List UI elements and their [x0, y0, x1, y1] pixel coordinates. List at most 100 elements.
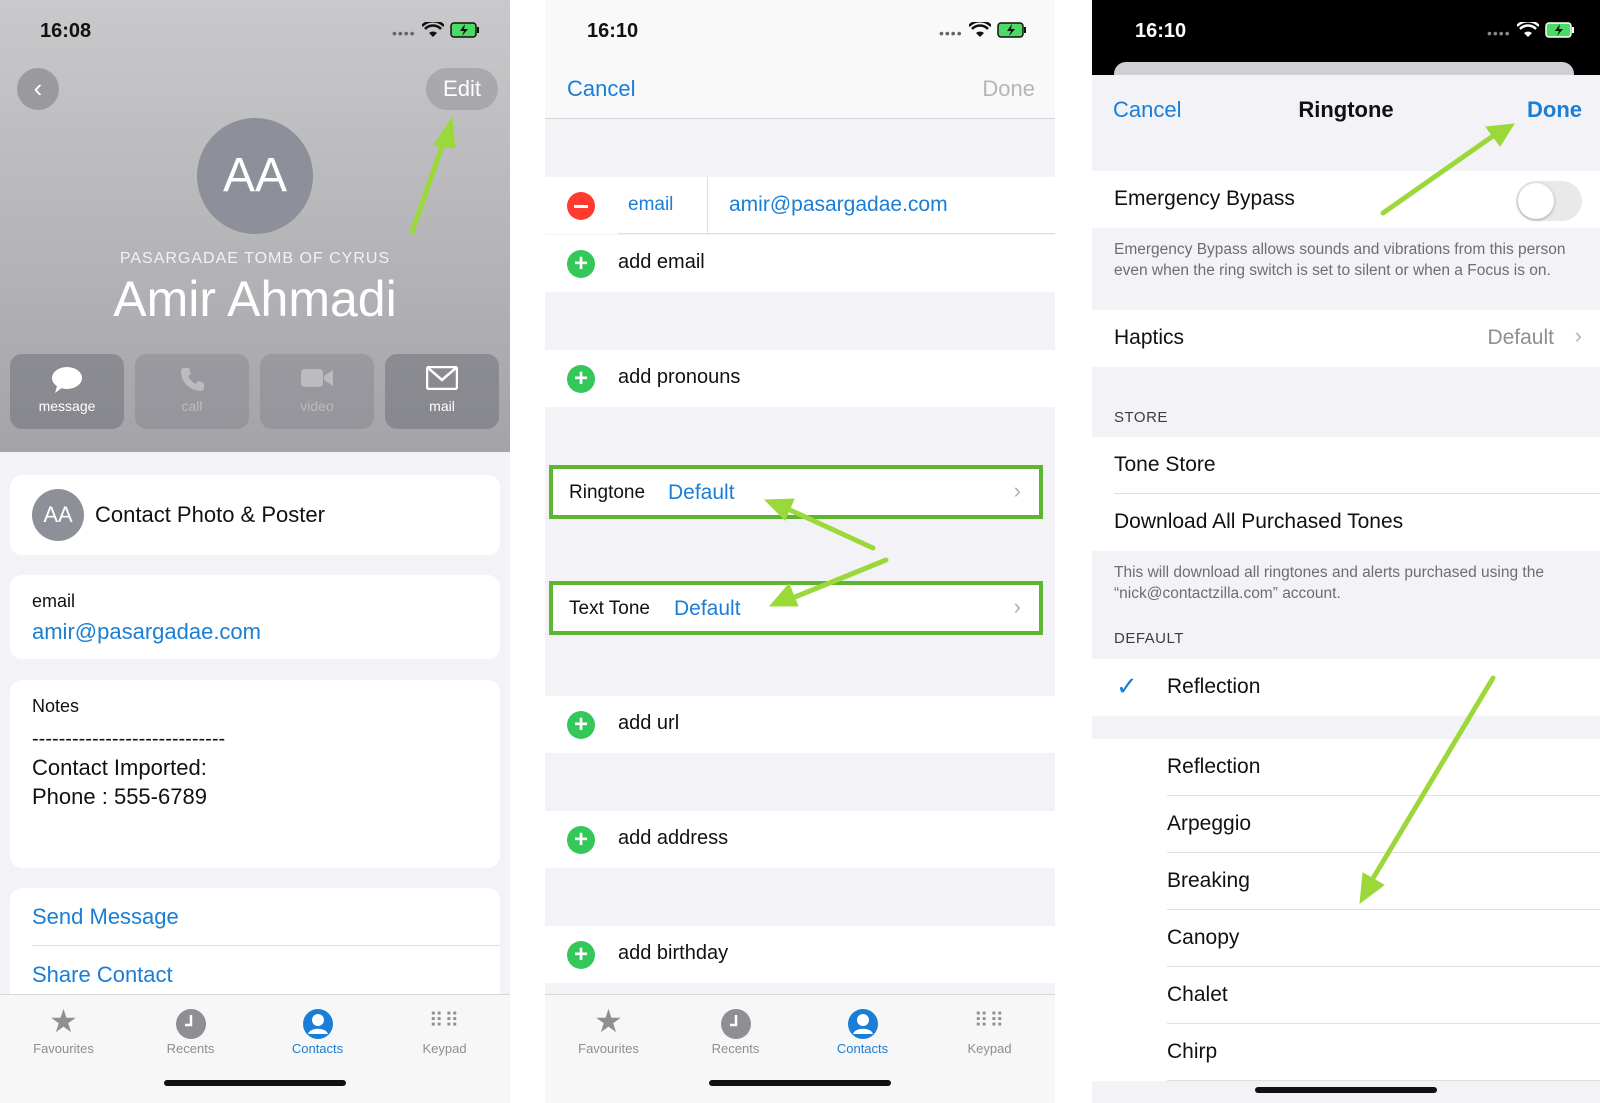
- tone-label: Chalet: [1167, 983, 1228, 1006]
- add-icon: +: [567, 250, 595, 278]
- share-contact-link[interactable]: Share Contact: [32, 962, 173, 988]
- tone-row[interactable]: Arpeggio: [1092, 796, 1600, 853]
- actions-list-card: Send Message Share Contact: [10, 888, 500, 1008]
- tab-favourites[interactable]: ★ Favourites: [0, 1001, 127, 1056]
- chevron-right-icon: ›: [1013, 594, 1021, 619]
- tab-label: Favourites: [33, 1041, 94, 1056]
- delete-icon[interactable]: [567, 192, 595, 220]
- add-birthday-row[interactable]: + add birthday: [545, 926, 1055, 983]
- cancel-button[interactable]: Cancel: [567, 76, 635, 102]
- tone-label: Reflection: [1167, 755, 1261, 778]
- tab-label: Recents: [166, 1041, 215, 1056]
- battery-charging-icon: [996, 22, 1027, 43]
- avatar: AA: [197, 118, 313, 234]
- contact-photo-poster-label: Contact Photo & Poster: [95, 502, 325, 527]
- ringtone-row[interactable]: Ringtone Default ›: [549, 465, 1043, 519]
- contact-photo-poster-row[interactable]: AA Contact Photo & Poster: [10, 475, 500, 555]
- home-indicator: [1255, 1087, 1437, 1093]
- ringtone-label: Ringtone: [569, 482, 646, 503]
- ringtone-value: Default: [668, 481, 735, 504]
- add-pronouns-label: add pronouns: [618, 366, 741, 388]
- tone-store-row[interactable]: Tone Store: [1092, 437, 1600, 494]
- status-icons: ••••: [1487, 19, 1575, 43]
- keypad-icon: ⠿⠿: [428, 1010, 461, 1032]
- edit-button[interactable]: Edit: [426, 68, 498, 110]
- divider: [1167, 1080, 1600, 1081]
- tab-label: Contacts: [291, 1041, 344, 1056]
- video-label: video: [300, 398, 334, 414]
- message-bubble-icon: [10, 366, 124, 398]
- download-note: This will download all ringtones and ale…: [1114, 564, 1544, 602]
- send-message-link[interactable]: Send Message: [32, 904, 179, 930]
- tab-contacts[interactable]: Contacts: [254, 1001, 381, 1056]
- notes-card: Notes ----------------------------- Cont…: [10, 680, 500, 868]
- email-input[interactable]: amir@pasargadae.com: [729, 193, 948, 217]
- add-birthday-label: add birthday: [618, 942, 729, 964]
- add-address-row[interactable]: + add address: [545, 811, 1055, 868]
- star-icon: ★: [594, 1003, 623, 1039]
- notes-separator: -----------------------------: [32, 728, 226, 750]
- add-email-label: add email: [618, 251, 705, 273]
- mail-label: mail: [429, 398, 455, 414]
- add-icon: +: [567, 941, 595, 969]
- avatar-small: AA: [32, 489, 84, 541]
- add-pronouns-row[interactable]: + add pronouns: [545, 350, 1055, 407]
- back-button[interactable]: ‹: [17, 68, 59, 110]
- nav-bar: 16:10 •••• Cancel Done: [545, 0, 1055, 119]
- tone-row[interactable]: Chalet: [1092, 967, 1600, 1024]
- message-button[interactable]: message: [10, 354, 124, 429]
- email-link[interactable]: amir@pasargadae.com: [32, 619, 261, 645]
- download-all-row[interactable]: Download All Purchased Tones: [1092, 494, 1600, 551]
- signal-icon: ••••: [1487, 24, 1511, 41]
- haptics-row[interactable]: Haptics Default ›: [1092, 310, 1600, 367]
- divider: [618, 233, 1055, 234]
- tone-row[interactable]: Chirp: [1092, 1024, 1600, 1081]
- emergency-bypass-row: Emergency Bypass: [1092, 171, 1600, 228]
- tone-label: Breaking: [1167, 869, 1250, 892]
- add-icon: +: [567, 826, 595, 854]
- star-icon: ★: [49, 1003, 78, 1039]
- done-button[interactable]: Done: [982, 76, 1035, 102]
- call-button: call: [135, 354, 249, 429]
- text-tone-row[interactable]: Text Tone Default ›: [549, 581, 1043, 635]
- add-icon: +: [567, 711, 595, 739]
- add-url-row[interactable]: + add url: [545, 696, 1055, 753]
- tab-favourites[interactable]: ★ Favourites: [545, 1001, 672, 1056]
- message-label: message: [38, 398, 96, 414]
- add-email-row[interactable]: + add email: [545, 235, 1055, 292]
- edit-contact-screen: 16:10 •••• Cancel Done email amir@pasarg…: [545, 0, 1055, 1103]
- contact-card-screen: 16:08 •••• ‹ Edit AA PASARGADAE TOMB OF …: [0, 0, 510, 1103]
- tone-store-link: Tone Store: [1114, 453, 1216, 476]
- email-type-label[interactable]: email: [628, 194, 673, 216]
- emergency-bypass-toggle[interactable]: [1516, 181, 1582, 221]
- haptics-value: Default: [1487, 326, 1554, 349]
- chevron-right-icon: ›: [1013, 478, 1021, 503]
- tab-label: Recents: [711, 1041, 760, 1056]
- default-tone-row[interactable]: ✓ Reflection: [1092, 659, 1600, 716]
- emergency-bypass-note: Emergency Bypass allows sounds and vibra…: [1114, 241, 1566, 279]
- signal-icon: ••••: [392, 24, 416, 41]
- envelope-icon: [385, 365, 499, 398]
- tone-row[interactable]: Breaking: [1092, 853, 1600, 910]
- done-button[interactable]: Done: [1527, 97, 1582, 123]
- status-time: 16:10: [587, 20, 639, 42]
- tab-contacts[interactable]: Contacts: [799, 1001, 926, 1056]
- status-icons: ••••: [392, 19, 480, 43]
- wifi-icon: [1515, 19, 1540, 43]
- tab-label: Keypad: [422, 1041, 467, 1056]
- add-url-label: add url: [618, 712, 680, 734]
- tab-recents[interactable]: Recents: [672, 1001, 799, 1056]
- tab-recents[interactable]: Recents: [127, 1001, 254, 1056]
- tone-row[interactable]: Reflection: [1092, 739, 1600, 796]
- wifi-icon: [967, 19, 992, 43]
- tab-keypad[interactable]: ⠿⠿ Keypad: [926, 1001, 1053, 1056]
- video-button: video: [260, 354, 374, 429]
- person-circle-icon: [799, 1001, 926, 1041]
- haptics-label: Haptics: [1114, 326, 1185, 349]
- mail-button[interactable]: mail: [385, 354, 499, 429]
- clock-icon: [672, 1001, 799, 1041]
- tab-keypad[interactable]: ⠿⠿ Keypad: [381, 1001, 508, 1056]
- chevron-right-icon: ›: [1574, 323, 1582, 348]
- page-title: Ringtone: [1298, 97, 1394, 122]
- tone-row[interactable]: Canopy: [1092, 910, 1600, 967]
